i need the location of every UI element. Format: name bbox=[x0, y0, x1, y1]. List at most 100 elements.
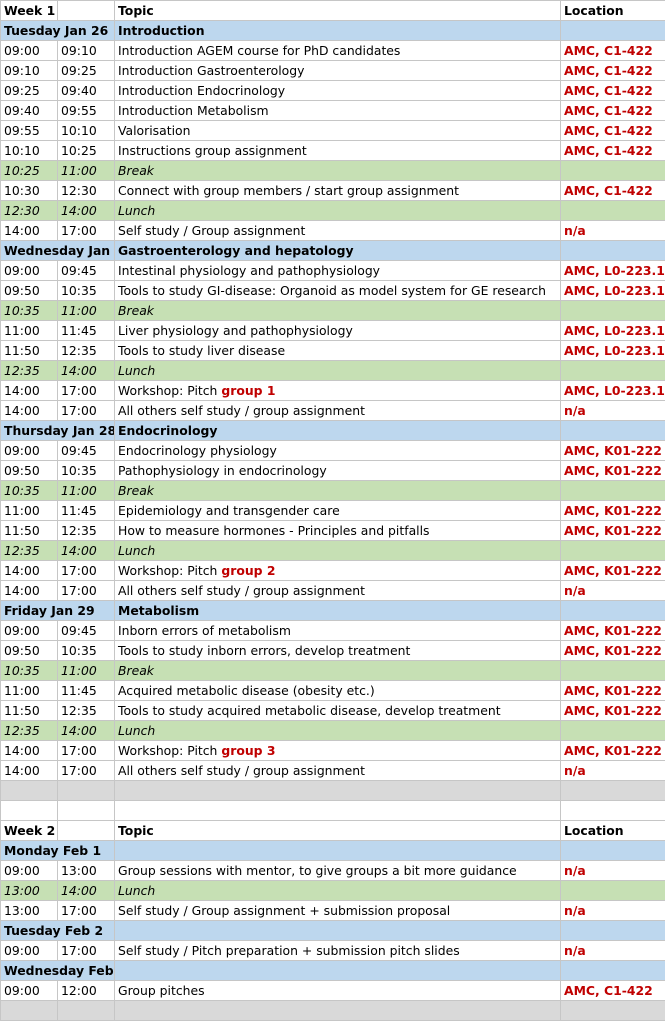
session-topic: Self study / Group assignment + submissi… bbox=[114, 900, 561, 921]
start-time: 10:30 bbox=[0, 180, 58, 201]
session-row: 09:00 09:10 Introduction AGEM course for P… bbox=[0, 40, 665, 61]
end-time: 17:00 bbox=[57, 380, 115, 401]
day-header-row: Friday Jan 29 Metabolism bbox=[0, 600, 665, 621]
end-time: 14:00 bbox=[57, 540, 115, 561]
session-location bbox=[560, 880, 665, 901]
session-row: 11:50 12:35 Tools to study acquired metabo… bbox=[0, 700, 665, 721]
session-location: n/a bbox=[560, 760, 665, 781]
session-row: 09:55 10:10 Valorisation AMC, C1-422 bbox=[0, 120, 665, 141]
session-row: 10:30 12:30 Connect with group members / s… bbox=[0, 180, 665, 201]
session-topic: Acquired metabolic disease (obesity etc.… bbox=[114, 680, 561, 701]
topic-text: Epidemiology and transgender care bbox=[118, 503, 340, 518]
end-time: 17:00 bbox=[57, 580, 115, 601]
session-location: AMC, K01-222 bbox=[560, 740, 665, 761]
session-location: AMC, K01-222 bbox=[560, 520, 665, 541]
end-time: 11:45 bbox=[57, 680, 115, 701]
start-time: 09:55 bbox=[0, 120, 58, 141]
session-topic: Self study / Group assignment bbox=[114, 220, 561, 241]
break-row: 10:25 11:00 Break bbox=[0, 160, 665, 181]
start-time: 10:35 bbox=[0, 660, 58, 681]
topic-text: Break bbox=[118, 303, 154, 318]
topic-text: Break bbox=[118, 663, 154, 678]
session-location: AMC, K01-222 bbox=[560, 500, 665, 521]
session-row: 09:00 09:45 Intestinal physiology and path… bbox=[0, 260, 665, 281]
session-topic: All others self study / group assignment bbox=[114, 760, 561, 781]
topic-text: Tools to study GI-disease: Organoid as m… bbox=[118, 283, 546, 298]
session-topic: Workshop: Pitch group 2 bbox=[114, 560, 561, 581]
day-location-empty bbox=[560, 420, 665, 441]
start-time: 12:30 bbox=[0, 200, 58, 221]
session-location: n/a bbox=[560, 900, 665, 921]
topic-text: Self study / Pitch preparation + submiss… bbox=[118, 943, 460, 958]
end-time: 12:35 bbox=[57, 340, 115, 361]
end-time: 13:00 bbox=[57, 860, 115, 881]
break-row: 10:35 11:00 Break bbox=[0, 480, 665, 501]
day-location-empty bbox=[560, 960, 665, 981]
session-topic: Endocrinology physiology bbox=[114, 440, 561, 461]
spacer-cell bbox=[114, 780, 561, 801]
end-time: 11:00 bbox=[57, 660, 115, 681]
blank-cell bbox=[0, 800, 58, 821]
session-location bbox=[560, 300, 665, 321]
session-topic: Break bbox=[114, 660, 561, 681]
spacer-cell bbox=[0, 780, 58, 801]
day-header-row: Wednesday Feb 3 bbox=[0, 960, 665, 981]
start-time: 09:00 bbox=[0, 940, 58, 961]
session-topic: Instructions group assignment bbox=[114, 140, 561, 161]
topic-text: Introduction Metabolism bbox=[118, 103, 269, 118]
session-topic: Break bbox=[114, 300, 561, 321]
start-time: 10:10 bbox=[0, 140, 58, 161]
location-header: Location bbox=[560, 0, 665, 21]
topic-text: Endocrinology physiology bbox=[118, 443, 277, 458]
end-time: 12:35 bbox=[57, 700, 115, 721]
day-label: Tuesday Jan 26 bbox=[0, 20, 115, 41]
session-topic: Pathophysiology in endocrinology bbox=[114, 460, 561, 481]
day-header-row: Thursday Jan 28 Endocrinology bbox=[0, 420, 665, 441]
session-location: AMC, K01-222 bbox=[560, 640, 665, 661]
break-row: 12:35 14:00 Lunch bbox=[0, 720, 665, 741]
day-title: Introduction bbox=[114, 20, 561, 41]
topic-text: How to measure hormones - Principles and… bbox=[118, 523, 430, 538]
topic-text: Self study / Group assignment + submissi… bbox=[118, 903, 451, 918]
end-time: 12:35 bbox=[57, 520, 115, 541]
start-time: 09:00 bbox=[0, 980, 58, 1001]
day-title: Gastroenterology and hepatology bbox=[114, 240, 561, 261]
day-label: Tuesday Feb 2 bbox=[0, 920, 115, 941]
session-row: 14:00 17:00 Workshop: Pitch group 2 AMC, K0… bbox=[0, 560, 665, 581]
day-title: Metabolism bbox=[114, 600, 561, 621]
start-time: 09:10 bbox=[0, 60, 58, 81]
session-location: AMC, C1-422 bbox=[560, 40, 665, 61]
end-time: 11:45 bbox=[57, 320, 115, 341]
topic-text: Group pitches bbox=[118, 983, 205, 998]
start-time: 14:00 bbox=[0, 560, 58, 581]
blank-cell bbox=[114, 800, 561, 821]
topic-text: Instructions group assignment bbox=[118, 143, 307, 158]
topic-text: All others self study / group assignment bbox=[118, 763, 365, 778]
start-time: 09:25 bbox=[0, 80, 58, 101]
session-location: AMC, C1-422 bbox=[560, 60, 665, 81]
session-location: AMC, C1-422 bbox=[560, 80, 665, 101]
session-location: AMC, K01-222 bbox=[560, 700, 665, 721]
break-row: 13:00 14:00 Lunch bbox=[0, 880, 665, 901]
start-time: 13:00 bbox=[0, 880, 58, 901]
topic-text: Inborn errors of metabolism bbox=[118, 623, 291, 638]
session-row: 09:40 09:55 Introduction Metabolism AMC, C1… bbox=[0, 100, 665, 121]
start-time: 14:00 bbox=[0, 220, 58, 241]
session-location: AMC, L0-223.1 bbox=[560, 320, 665, 341]
start-time: 10:35 bbox=[0, 480, 58, 501]
session-topic: Group pitches bbox=[114, 980, 561, 1001]
end-time: 12:00 bbox=[57, 980, 115, 1001]
topic-text: Tools to study acquired metabolic diseas… bbox=[118, 703, 501, 718]
topic-text: Intestinal physiology and pathophysiolog… bbox=[118, 263, 381, 278]
topic-header: Topic bbox=[114, 820, 561, 841]
session-location: n/a bbox=[560, 940, 665, 961]
session-topic: Group sessions with mentor, to give grou… bbox=[114, 860, 561, 881]
topic-text: Lunch bbox=[118, 363, 156, 378]
session-location bbox=[560, 720, 665, 741]
session-location: AMC, C1-422 bbox=[560, 140, 665, 161]
session-location: n/a bbox=[560, 860, 665, 881]
start-time: 12:35 bbox=[0, 360, 58, 381]
header-empty bbox=[57, 820, 115, 841]
blank-row bbox=[0, 800, 665, 821]
topic-text: Tools to study inborn errors, develop tr… bbox=[118, 643, 411, 658]
